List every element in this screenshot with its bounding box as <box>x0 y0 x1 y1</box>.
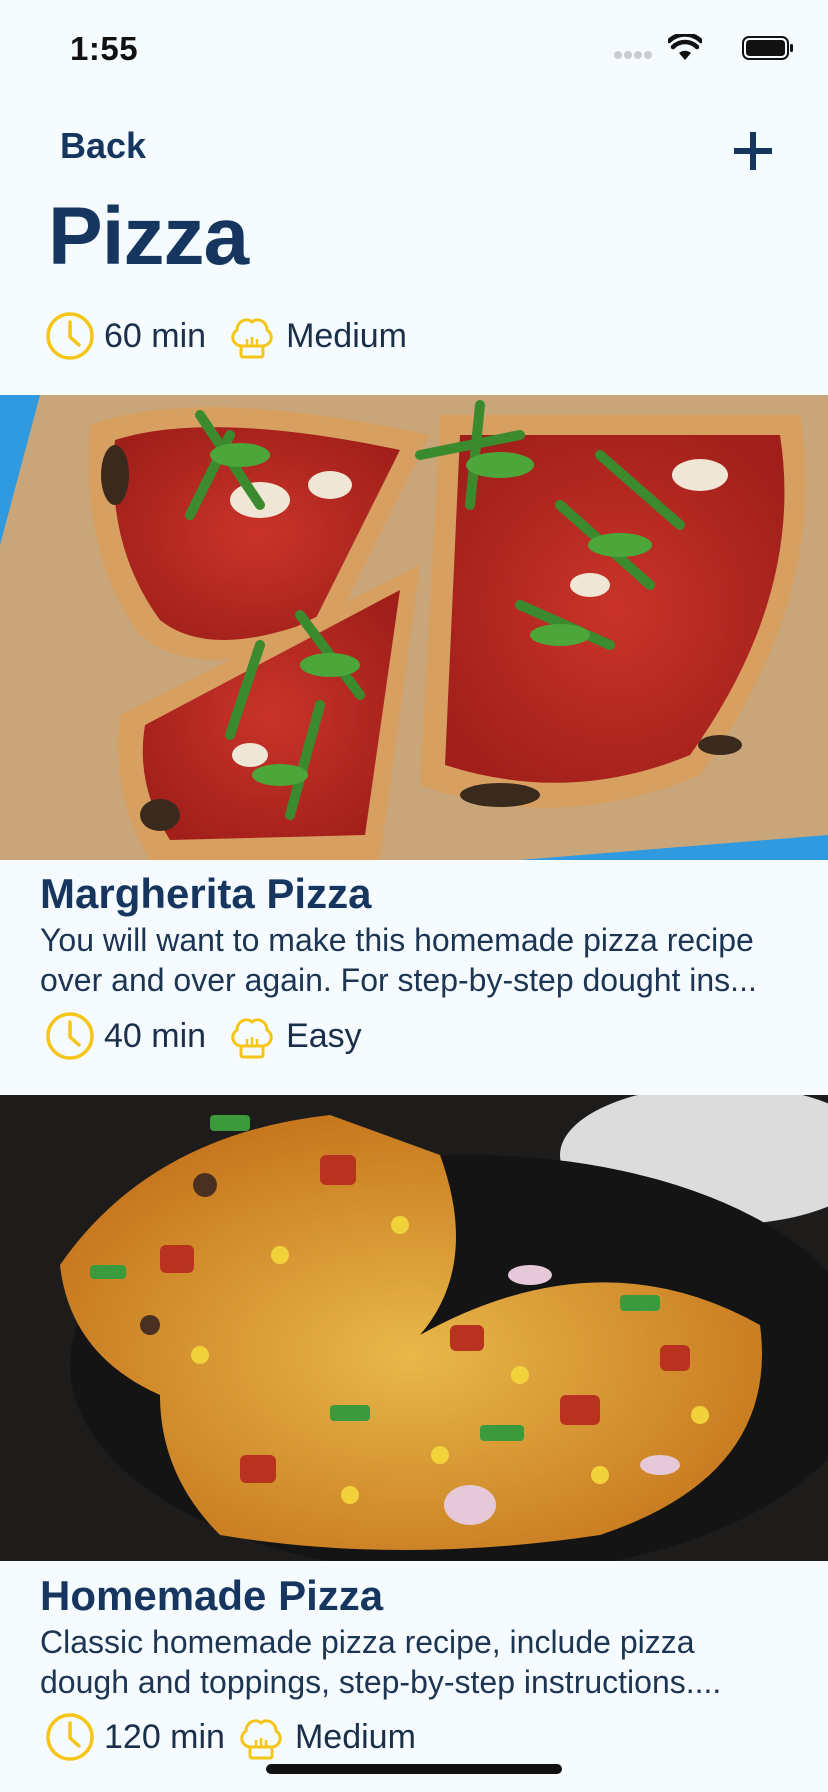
recipe-title: Homemade Pizza <box>40 1572 384 1619</box>
recipe-difficulty: Medium <box>294 1717 416 1756</box>
back-button[interactable]: Back <box>60 125 146 167</box>
home-indicator <box>266 1764 562 1774</box>
chef-hat-icon <box>231 318 273 359</box>
navigation-bar: Back Pizza <box>0 100 828 282</box>
recipe-difficulty: Medium <box>286 316 407 355</box>
status-bar: 1:55 <box>0 0 828 100</box>
recipe-card-partial[interactable]: 60 min Medium <box>0 280 828 395</box>
add-icon[interactable] <box>732 130 774 172</box>
clock-icon <box>46 1713 94 1761</box>
page-title: Pizza <box>48 191 249 282</box>
recipe-description: Classic homemade pizza recipe, include p… <box>40 1622 810 1702</box>
recipe-description-line: dough and toppings, step-by-step instruc… <box>40 1664 722 1700</box>
recipe-description: You will want to make this homemade pizz… <box>40 920 810 1000</box>
chef-hat-icon <box>240 1719 282 1760</box>
recipe-meta: 120 min Medium <box>44 1711 416 1763</box>
recipe-card[interactable]: Homemade Pizza Classic homemade pizza re… <box>0 1095 828 1792</box>
recipe-time: 60 min <box>104 316 207 355</box>
recipe-image <box>0 1095 828 1561</box>
recipe-meta: 40 min Easy <box>44 1010 362 1062</box>
recipe-meta: 60 min Medium <box>44 310 407 362</box>
recipe-description-line: Classic homemade pizza recipe, include p… <box>40 1624 695 1660</box>
recipe-time: 40 min <box>104 1016 207 1055</box>
chef-hat-icon <box>231 1018 273 1059</box>
status-time: 1:55 <box>70 30 139 67</box>
recipe-card[interactable]: Margherita Pizza You will want to make t… <box>0 395 828 1095</box>
clock-icon <box>46 1012 94 1060</box>
clock-icon <box>46 312 94 360</box>
recipe-time: 120 min <box>104 1717 225 1756</box>
recipe-image <box>0 395 828 860</box>
recipe-difficulty: Easy <box>286 1016 362 1055</box>
recipe-description-line: over and over again. For step-by-step do… <box>40 962 757 998</box>
recipe-description-line: You will want to make this homemade pizz… <box>40 922 754 958</box>
signal-icon <box>614 51 652 59</box>
battery-icon <box>742 36 793 60</box>
wifi-icon <box>668 34 702 60</box>
recipe-title: Margherita Pizza <box>40 870 372 917</box>
